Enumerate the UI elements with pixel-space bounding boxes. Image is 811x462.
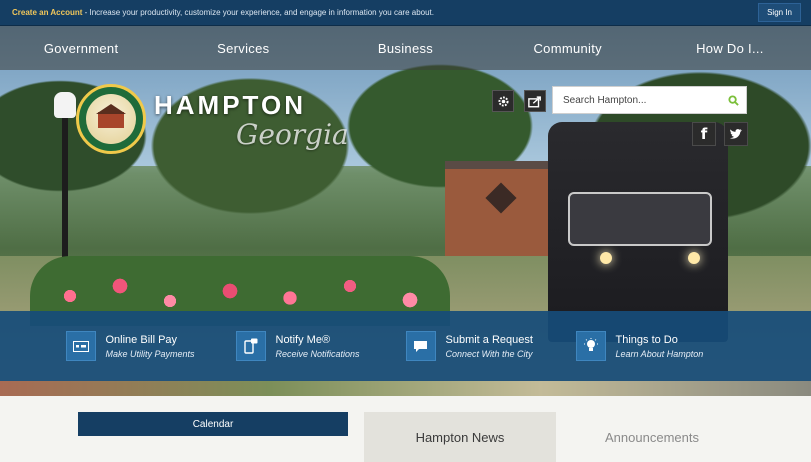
facebook-icon: f [700,125,708,143]
nav-business[interactable]: Business [324,41,486,56]
nav-government[interactable]: Government [0,41,162,56]
twitter-icon [729,129,743,139]
quick-link-title: Submit a Request [445,333,533,346]
quick-link-title: Notify Me® [275,333,331,346]
quick-link-subtitle: Make Utility Payments [105,348,195,359]
quick-link-title: Things to Do [615,333,678,346]
quick-link-title: Online Bill Pay [105,333,178,346]
quick-link-submit-request[interactable]: Submit a Request Connect With the City [405,331,576,361]
city-seal-emblem [86,94,136,144]
hero-depot-building [445,161,560,256]
brand-name: HAMPTON [154,90,306,120]
sign-in-button[interactable]: Sign In [758,3,801,22]
hero-bottom-strip [0,381,811,396]
notify-icon [235,331,266,361]
facebook-link[interactable]: f [692,122,716,146]
lightbulb-icon [575,331,606,361]
search-icon [727,94,739,106]
main-navigation: Government Services Business Community H… [0,26,811,70]
search-input[interactable] [553,87,720,113]
gear-icon [497,95,509,107]
tab-hampton-news[interactable]: Hampton News [364,412,556,462]
quick-link-notify-me[interactable]: Notify Me® Receive Notifications [235,331,406,361]
quick-link-online-bill-pay[interactable]: Online Bill Pay Make Utility Payments [65,331,236,361]
brand-state: Georgia [236,118,349,151]
create-account-link[interactable]: Create an Account [12,8,82,17]
quick-link-text: Submit a Request Connect With the City [446,334,533,359]
quick-link-subtitle: Learn About Hampton [615,348,704,359]
nav-services[interactable]: Services [162,41,324,56]
nav-how-do-i[interactable]: How Do I... [649,41,811,56]
twitter-link[interactable] [724,122,748,146]
quick-link-things-to-do[interactable]: Things to Do Learn About Hampton [575,331,746,361]
hero-banner: Government Services Business Community H… [0,26,811,396]
content-area: Calendar Hampton News Announcements [0,396,811,462]
nav-community[interactable]: Community [487,41,649,56]
promo-text: - Increase your productivity, customize … [82,8,434,17]
quick-link-subtitle: Connect With the City [445,348,533,359]
settings-button[interactable] [492,90,514,112]
search-button[interactable] [720,87,746,113]
quick-links-bar: Online Bill Pay Make Utility Payments No… [0,311,811,381]
city-seal-icon [76,84,146,154]
headlight-left [600,252,612,264]
headlight-right [688,252,700,264]
quick-link-text: Things to Do Learn About Hampton [616,334,704,359]
quick-link-text: Notify Me® Receive Notifications [276,334,360,359]
quick-link-subtitle: Receive Notifications [275,348,360,359]
bill-pay-icon [65,331,96,361]
share-icon [528,95,541,107]
quick-link-text: Online Bill Pay Make Utility Payments [106,334,195,359]
request-icon [405,331,436,361]
hero-locomotive [548,122,728,342]
site-logo[interactable]: HAMPTON Georgia [76,84,349,164]
tab-announcements[interactable]: Announcements [556,412,748,462]
calendar-header[interactable]: Calendar [78,412,348,436]
share-button[interactable] [524,90,546,112]
account-promo: Create an Account - Increase your produc… [12,8,434,17]
account-bar: Create an Account - Increase your produc… [0,0,811,26]
site-search [552,86,747,114]
